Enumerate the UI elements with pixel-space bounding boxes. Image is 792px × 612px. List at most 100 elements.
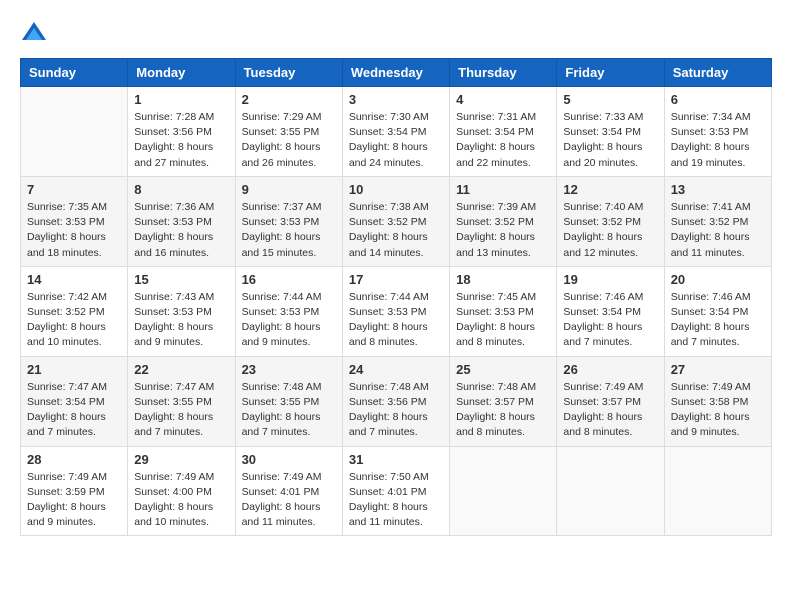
day-info: Sunrise: 7:46 AM Sunset: 3:54 PM Dayligh… [563,290,657,351]
page-header [20,20,772,48]
calendar-week-row: 1 Sunrise: 7:28 AM Sunset: 3:56 PM Daylig… [21,87,772,177]
day-info: Sunrise: 7:36 AM Sunset: 3:53 PM Dayligh… [134,200,228,261]
day-info: Sunrise: 7:46 AM Sunset: 3:54 PM Dayligh… [671,290,765,351]
day-info: Sunrise: 7:50 AM Sunset: 4:01 PM Dayligh… [349,470,443,531]
calendar-cell: 6 Sunrise: 7:34 AM Sunset: 3:53 PM Daylig… [664,87,771,177]
calendar-week-row: 21 Sunrise: 7:47 AM Sunset: 3:54 PM Dayli… [21,356,772,446]
calendar-cell: 28 Sunrise: 7:49 AM Sunset: 3:59 PM Dayli… [21,446,128,536]
day-number: 13 [671,182,765,197]
calendar-cell: 23Sunrise: 7:48 AM Sunset: 3:55 PM Dayli… [235,356,342,446]
column-header-saturday: Saturday [664,59,771,87]
calendar-cell [450,446,557,536]
day-number: 24 [349,362,443,377]
logo-icon [20,20,48,48]
day-number: 22 [134,362,228,377]
calendar-cell: 24 Sunrise: 7:48 AM Sunset: 3:56 PM Dayli… [342,356,449,446]
calendar-cell: 10 Sunrise: 7:38 AM Sunset: 3:52 PM Dayli… [342,176,449,266]
calendar-cell: 3 Sunrise: 7:30 AM Sunset: 3:54 PM Daylig… [342,87,449,177]
day-number: 5 [563,92,657,107]
calendar-cell: 17 Sunrise: 7:44 AM Sunset: 3:53 PM Dayli… [342,266,449,356]
day-info: Sunrise: 7:48 AM Sunset: 3:57 PM Dayligh… [456,380,550,441]
day-number: 18 [456,272,550,287]
calendar-cell [21,87,128,177]
day-info: Sunrise: 7:44 AM Sunset: 3:53 PM Dayligh… [349,290,443,351]
day-number: 19 [563,272,657,287]
day-number: 9 [242,182,336,197]
day-info: Sunrise: 7:43 AM Sunset: 3:53 PM Dayligh… [134,290,228,351]
day-info: Sunrise: 7:40 AM Sunset: 3:52 PM Dayligh… [563,200,657,261]
day-info: Sunrise: 7:49 AM Sunset: 4:01 PM Dayligh… [242,470,336,531]
day-number: 2 [242,92,336,107]
day-number: 3 [349,92,443,107]
day-number: 20 [671,272,765,287]
calendar-cell: 13 Sunrise: 7:41 AM Sunset: 3:52 PM Dayli… [664,176,771,266]
logo [20,20,52,48]
day-info: Sunrise: 7:30 AM Sunset: 3:54 PM Dayligh… [349,110,443,171]
day-number: 27 [671,362,765,377]
calendar-cell: 14 Sunrise: 7:42 AM Sunset: 3:52 PM Dayli… [21,266,128,356]
day-info: Sunrise: 7:47 AM Sunset: 3:55 PM Dayligh… [134,380,228,441]
day-number: 25 [456,362,550,377]
day-number: 31 [349,452,443,467]
day-number: 10 [349,182,443,197]
day-number: 1 [134,92,228,107]
day-info: Sunrise: 7:49 AM Sunset: 4:00 PM Dayligh… [134,470,228,531]
day-info: Sunrise: 7:47 AM Sunset: 3:54 PM Dayligh… [27,380,121,441]
calendar-cell: 9 Sunrise: 7:37 AM Sunset: 3:53 PM Daylig… [235,176,342,266]
day-info: Sunrise: 7:45 AM Sunset: 3:53 PM Dayligh… [456,290,550,351]
day-info: Sunrise: 7:44 AM Sunset: 3:53 PM Dayligh… [242,290,336,351]
day-number: 17 [349,272,443,287]
day-info: Sunrise: 7:34 AM Sunset: 3:53 PM Dayligh… [671,110,765,171]
day-info: Sunrise: 7:49 AM Sunset: 3:59 PM Dayligh… [27,470,121,531]
calendar-cell: 18 Sunrise: 7:45 AM Sunset: 3:53 PM Dayli… [450,266,557,356]
calendar-cell: 30 Sunrise: 7:49 AM Sunset: 4:01 PM Dayli… [235,446,342,536]
day-info: Sunrise: 7:29 AM Sunset: 3:55 PM Dayligh… [242,110,336,171]
column-header-sunday: Sunday [21,59,128,87]
calendar-cell [664,446,771,536]
day-info: Sunrise: 7:31 AM Sunset: 3:54 PM Dayligh… [456,110,550,171]
calendar-cell: 27 Sunrise: 7:49 AM Sunset: 3:58 PM Dayli… [664,356,771,446]
column-header-wednesday: Wednesday [342,59,449,87]
calendar-cell: 2 Sunrise: 7:29 AM Sunset: 3:55 PM Daylig… [235,87,342,177]
day-info: Sunrise: 7:35 AM Sunset: 3:53 PM Dayligh… [27,200,121,261]
calendar-table: SundayMondayTuesdayWednesdayThursdayFrid… [20,58,772,536]
day-number: 7 [27,182,121,197]
day-info: Sunrise: 7:48 AM Sunset: 3:56 PM Dayligh… [349,380,443,441]
calendar-cell: 16Sunrise: 7:44 AM Sunset: 3:53 PM Dayli… [235,266,342,356]
calendar-cell: 1 Sunrise: 7:28 AM Sunset: 3:56 PM Daylig… [128,87,235,177]
day-number: 29 [134,452,228,467]
calendar-cell: 4 Sunrise: 7:31 AM Sunset: 3:54 PM Daylig… [450,87,557,177]
day-info: Sunrise: 7:49 AM Sunset: 3:57 PM Dayligh… [563,380,657,441]
day-info: Sunrise: 7:49 AM Sunset: 3:58 PM Dayligh… [671,380,765,441]
day-info: Sunrise: 7:48 AM Sunset: 3:55 PM Dayligh… [242,380,336,441]
day-info: Sunrise: 7:42 AM Sunset: 3:52 PM Dayligh… [27,290,121,351]
day-info: Sunrise: 7:37 AM Sunset: 3:53 PM Dayligh… [242,200,336,261]
calendar-cell: 22 Sunrise: 7:47 AM Sunset: 3:55 PM Dayli… [128,356,235,446]
calendar-cell: 15Sunrise: 7:43 AM Sunset: 3:53 PM Dayli… [128,266,235,356]
day-number: 14 [27,272,121,287]
day-number: 12 [563,182,657,197]
calendar-header-row: SundayMondayTuesdayWednesdayThursdayFrid… [21,59,772,87]
day-info: Sunrise: 7:28 AM Sunset: 3:56 PM Dayligh… [134,110,228,171]
day-number: 4 [456,92,550,107]
calendar-cell: 7 Sunrise: 7:35 AM Sunset: 3:53 PM Daylig… [21,176,128,266]
calendar-week-row: 7 Sunrise: 7:35 AM Sunset: 3:53 PM Daylig… [21,176,772,266]
day-number: 21 [27,362,121,377]
day-info: Sunrise: 7:33 AM Sunset: 3:54 PM Dayligh… [563,110,657,171]
column-header-tuesday: Tuesday [235,59,342,87]
calendar-cell: 31 Sunrise: 7:50 AM Sunset: 4:01 PM Dayli… [342,446,449,536]
calendar-cell: 20 Sunrise: 7:46 AM Sunset: 3:54 PM Dayli… [664,266,771,356]
day-number: 30 [242,452,336,467]
day-info: Sunrise: 7:38 AM Sunset: 3:52 PM Dayligh… [349,200,443,261]
day-number: 28 [27,452,121,467]
day-number: 26 [563,362,657,377]
calendar-week-row: 28 Sunrise: 7:49 AM Sunset: 3:59 PM Dayli… [21,446,772,536]
day-info: Sunrise: 7:41 AM Sunset: 3:52 PM Dayligh… [671,200,765,261]
day-number: 6 [671,92,765,107]
calendar-cell: 21 Sunrise: 7:47 AM Sunset: 3:54 PM Dayli… [21,356,128,446]
calendar-week-row: 14 Sunrise: 7:42 AM Sunset: 3:52 PM Dayli… [21,266,772,356]
calendar-cell: 11Sunrise: 7:39 AM Sunset: 3:52 PM Dayli… [450,176,557,266]
column-header-friday: Friday [557,59,664,87]
calendar-cell: 19 Sunrise: 7:46 AM Sunset: 3:54 PM Dayli… [557,266,664,356]
calendar-cell: 5 Sunrise: 7:33 AM Sunset: 3:54 PM Daylig… [557,87,664,177]
